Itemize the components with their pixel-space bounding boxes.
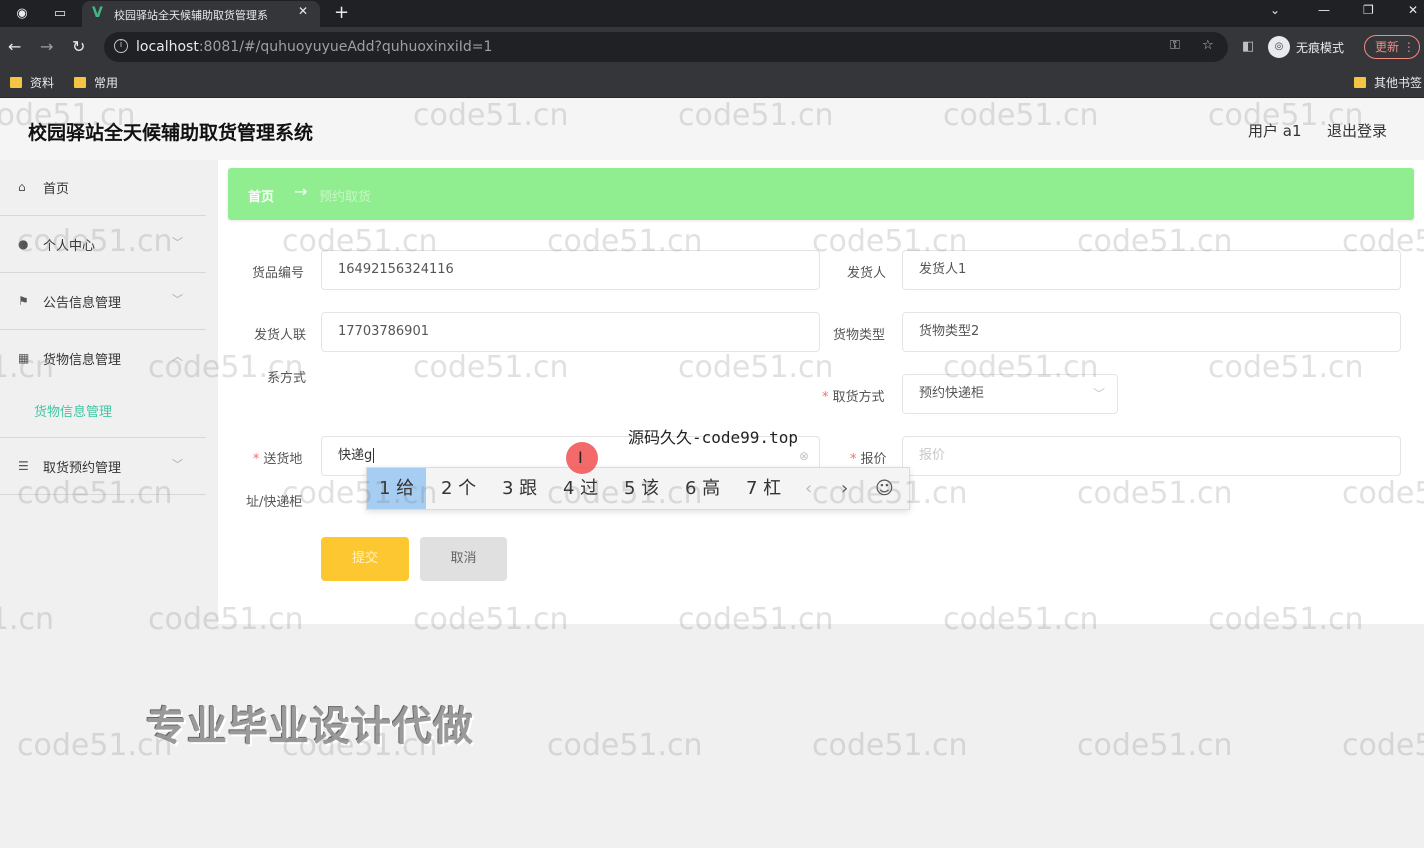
ime-candidate-3[interactable]: 3 跟 bbox=[490, 468, 549, 509]
sender-phone-label: 发货人联 系方式 bbox=[252, 324, 306, 386]
ad-overlay-text: 专业毕业设计代做 bbox=[146, 704, 474, 750]
update-button[interactable]: 更新 ⋮ bbox=[1364, 35, 1420, 59]
sidebar-item-profile[interactable]: ● 个人中心 ﹀ bbox=[0, 217, 206, 273]
price-label: * 报价 bbox=[850, 452, 887, 467]
pickup-method-label: * 取货方式 bbox=[822, 390, 885, 405]
ime-candidate-1[interactable]: 1 给 bbox=[367, 468, 427, 509]
flag-icon: ⚑ bbox=[18, 294, 29, 308]
grid-icon: ▦ bbox=[18, 351, 30, 365]
ime-candidate-4[interactable]: 4 过 bbox=[551, 468, 610, 509]
sender-phone-label-line2: 系方式 bbox=[267, 371, 307, 386]
new-tab-icon[interactable]: + bbox=[334, 2, 349, 23]
goods-no-input[interactable]: 16492156324116 bbox=[321, 250, 820, 290]
logout-link[interactable]: 退出登录 bbox=[1327, 120, 1387, 141]
pickup-method-value: 预约快递柜 bbox=[919, 386, 985, 401]
browser-toolbar: ← → ↻ i localhost:8081/#/quhuoyuyueAdd?q… bbox=[0, 27, 1424, 67]
breadcrumb-home[interactable]: 首页 bbox=[248, 186, 274, 205]
sender-phone-input[interactable]: 17703786901 bbox=[321, 312, 820, 352]
sidebar-item-home[interactable]: ⌂ 首页 bbox=[0, 160, 206, 216]
address-bar[interactable]: i localhost:8081/#/quhuoyuyueAdd?quhuoxi… bbox=[104, 32, 1228, 62]
forward-icon[interactable]: → bbox=[40, 37, 53, 56]
ime-candidate-6[interactable]: 6 高 bbox=[673, 468, 732, 509]
tab-close-icon[interactable]: ✕ bbox=[298, 4, 308, 18]
current-user: 用户 a1 bbox=[1248, 122, 1302, 140]
app-title: 校园驿站全天候辅助取货管理系统 bbox=[28, 122, 314, 144]
sidebar-item-notice[interactable]: ⚑ 公告信息管理 ﹀ bbox=[0, 274, 206, 330]
back-icon[interactable]: ← bbox=[8, 37, 21, 56]
folder-icon bbox=[74, 77, 86, 88]
chevron-down-icon: ﹀ bbox=[1092, 387, 1105, 401]
bookmark-star-icon[interactable]: ☆ bbox=[1202, 38, 1214, 53]
close-window-icon[interactable]: ✕ bbox=[1408, 3, 1418, 17]
address-label: * 送货地 址/快递柜 bbox=[246, 452, 303, 510]
arrow-right-icon: → bbox=[294, 182, 308, 201]
breadcrumb-current: 预约取货 bbox=[319, 190, 372, 205]
list-icon: ☰ bbox=[18, 459, 29, 473]
site-info-icon[interactable]: i bbox=[114, 39, 128, 53]
tab-search-icon[interactable]: ▭ bbox=[50, 4, 70, 24]
active-tab[interactable]: V 校园驿站全天候辅助取货管理系 ✕ bbox=[82, 1, 320, 27]
vue-favicon-icon: V bbox=[92, 5, 103, 21]
address-label-line2: 址/快递柜 bbox=[246, 495, 303, 510]
folder-icon bbox=[10, 77, 22, 88]
sidebar-toggle-icon[interactable]: ◧ bbox=[1242, 39, 1254, 54]
goods-type-input[interactable]: 货物类型2 bbox=[902, 312, 1401, 352]
ime-candidate-7[interactable]: 7 杠 bbox=[734, 468, 793, 509]
ibeam-cursor-icon: I bbox=[578, 448, 583, 467]
incognito-icon: ◎ bbox=[1268, 36, 1290, 58]
submit-button[interactable]: 提交 bbox=[321, 537, 409, 581]
ime-candidate-5[interactable]: 5 该 bbox=[612, 468, 671, 509]
sender-input[interactable]: 发货人1 bbox=[902, 250, 1401, 290]
ime-next-icon[interactable]: › bbox=[841, 468, 848, 509]
ime-candidate-2[interactable]: 2 个 bbox=[429, 468, 488, 509]
sidebar-item-goods[interactable]: ▦ 货物信息管理 ︿ 货物信息管理 bbox=[0, 331, 206, 438]
bookmarks-bar: 资料 常用 其他书签 bbox=[0, 67, 1424, 98]
ime-candidate-bar: 1 给 2 个 3 跟 4 过 5 该 6 高 7 杠 ‹ › ☺ bbox=[366, 467, 910, 510]
goods-no-label: 货品编号 bbox=[252, 266, 305, 281]
other-bookmarks[interactable]: 其他书签 bbox=[1354, 74, 1422, 91]
key-icon[interactable]: ⚿ bbox=[1170, 38, 1180, 53]
reload-icon[interactable]: ↻ bbox=[72, 37, 85, 56]
tab-title: 校园驿站全天候辅助取货管理系 bbox=[114, 9, 268, 22]
pickup-method-select[interactable]: 预约快递柜 ﹀ bbox=[902, 374, 1118, 414]
sender-phone-label-line1: 发货人联 bbox=[254, 328, 307, 343]
price-input[interactable]: 报价 bbox=[902, 436, 1401, 476]
chevron-down-icon: ﹀ bbox=[172, 236, 183, 249]
main-content: 首页 → 预约取货 货品编号 16492156324116 发货人 发货人1 发… bbox=[218, 160, 1424, 624]
sender-label: 发货人 bbox=[847, 266, 887, 281]
address-value: 快递g bbox=[338, 448, 373, 463]
emoji-icon[interactable]: ☺ bbox=[875, 468, 894, 509]
sidebar: ⌂ 首页 ● 个人中心 ﹀ ⚑ 公告信息管理 ﹀ ▦ 货物信息管理 ︿ 货物信息… bbox=[0, 160, 218, 624]
folder-icon bbox=[1354, 77, 1366, 88]
browser-tab-bar: ◉ ▭ V 校园驿站全天候辅助取货管理系 ✕ + ⌄ — ❐ ✕ bbox=[0, 0, 1424, 27]
chevron-down-icon: ﹀ bbox=[172, 458, 183, 471]
chevron-up-icon: ︿ bbox=[172, 350, 183, 363]
breadcrumb: 首页 → 预约取货 bbox=[228, 168, 1414, 220]
app-header: 校园驿站全天候辅助取货管理系统 用户 a1 退出登录 bbox=[0, 98, 1424, 160]
sidebar-item-pickup[interactable]: ☰ 取货预约管理 ﹀ bbox=[0, 439, 206, 495]
text-caret bbox=[373, 448, 375, 463]
url-text[interactable]: localhost:8081/#/quhuoyuyueAdd?quhuoxinx… bbox=[136, 39, 492, 55]
cancel-button[interactable]: 取消 bbox=[420, 537, 507, 581]
globe-icon[interactable]: ◉ bbox=[12, 4, 32, 24]
submenu-goods-info[interactable]: 货物信息管理 bbox=[34, 401, 112, 420]
tab-list-chevron-icon[interactable]: ⌄ bbox=[1270, 3, 1280, 17]
profile-label: 无痕模式 bbox=[1296, 40, 1345, 55]
restore-icon[interactable]: ❐ bbox=[1363, 3, 1374, 17]
ime-prev-icon[interactable]: ‹ bbox=[805, 468, 812, 509]
overlay-caption: 源码久久-code99.top bbox=[628, 428, 798, 447]
home-icon: ⌂ bbox=[18, 180, 26, 194]
user-icon: ● bbox=[18, 237, 29, 251]
address-label-line1: 送货地 bbox=[263, 452, 303, 467]
bookmark-folder-changyong[interactable]: 常用 bbox=[74, 74, 118, 91]
minimize-icon[interactable]: — bbox=[1318, 3, 1330, 17]
bookmark-folder-ziliao[interactable]: 资料 bbox=[10, 74, 54, 91]
goods-type-label: 货物类型 bbox=[833, 328, 886, 343]
chevron-down-icon: ﹀ bbox=[172, 293, 183, 306]
incognito-profile[interactable]: ◎ 无痕模式 bbox=[1268, 34, 1344, 60]
